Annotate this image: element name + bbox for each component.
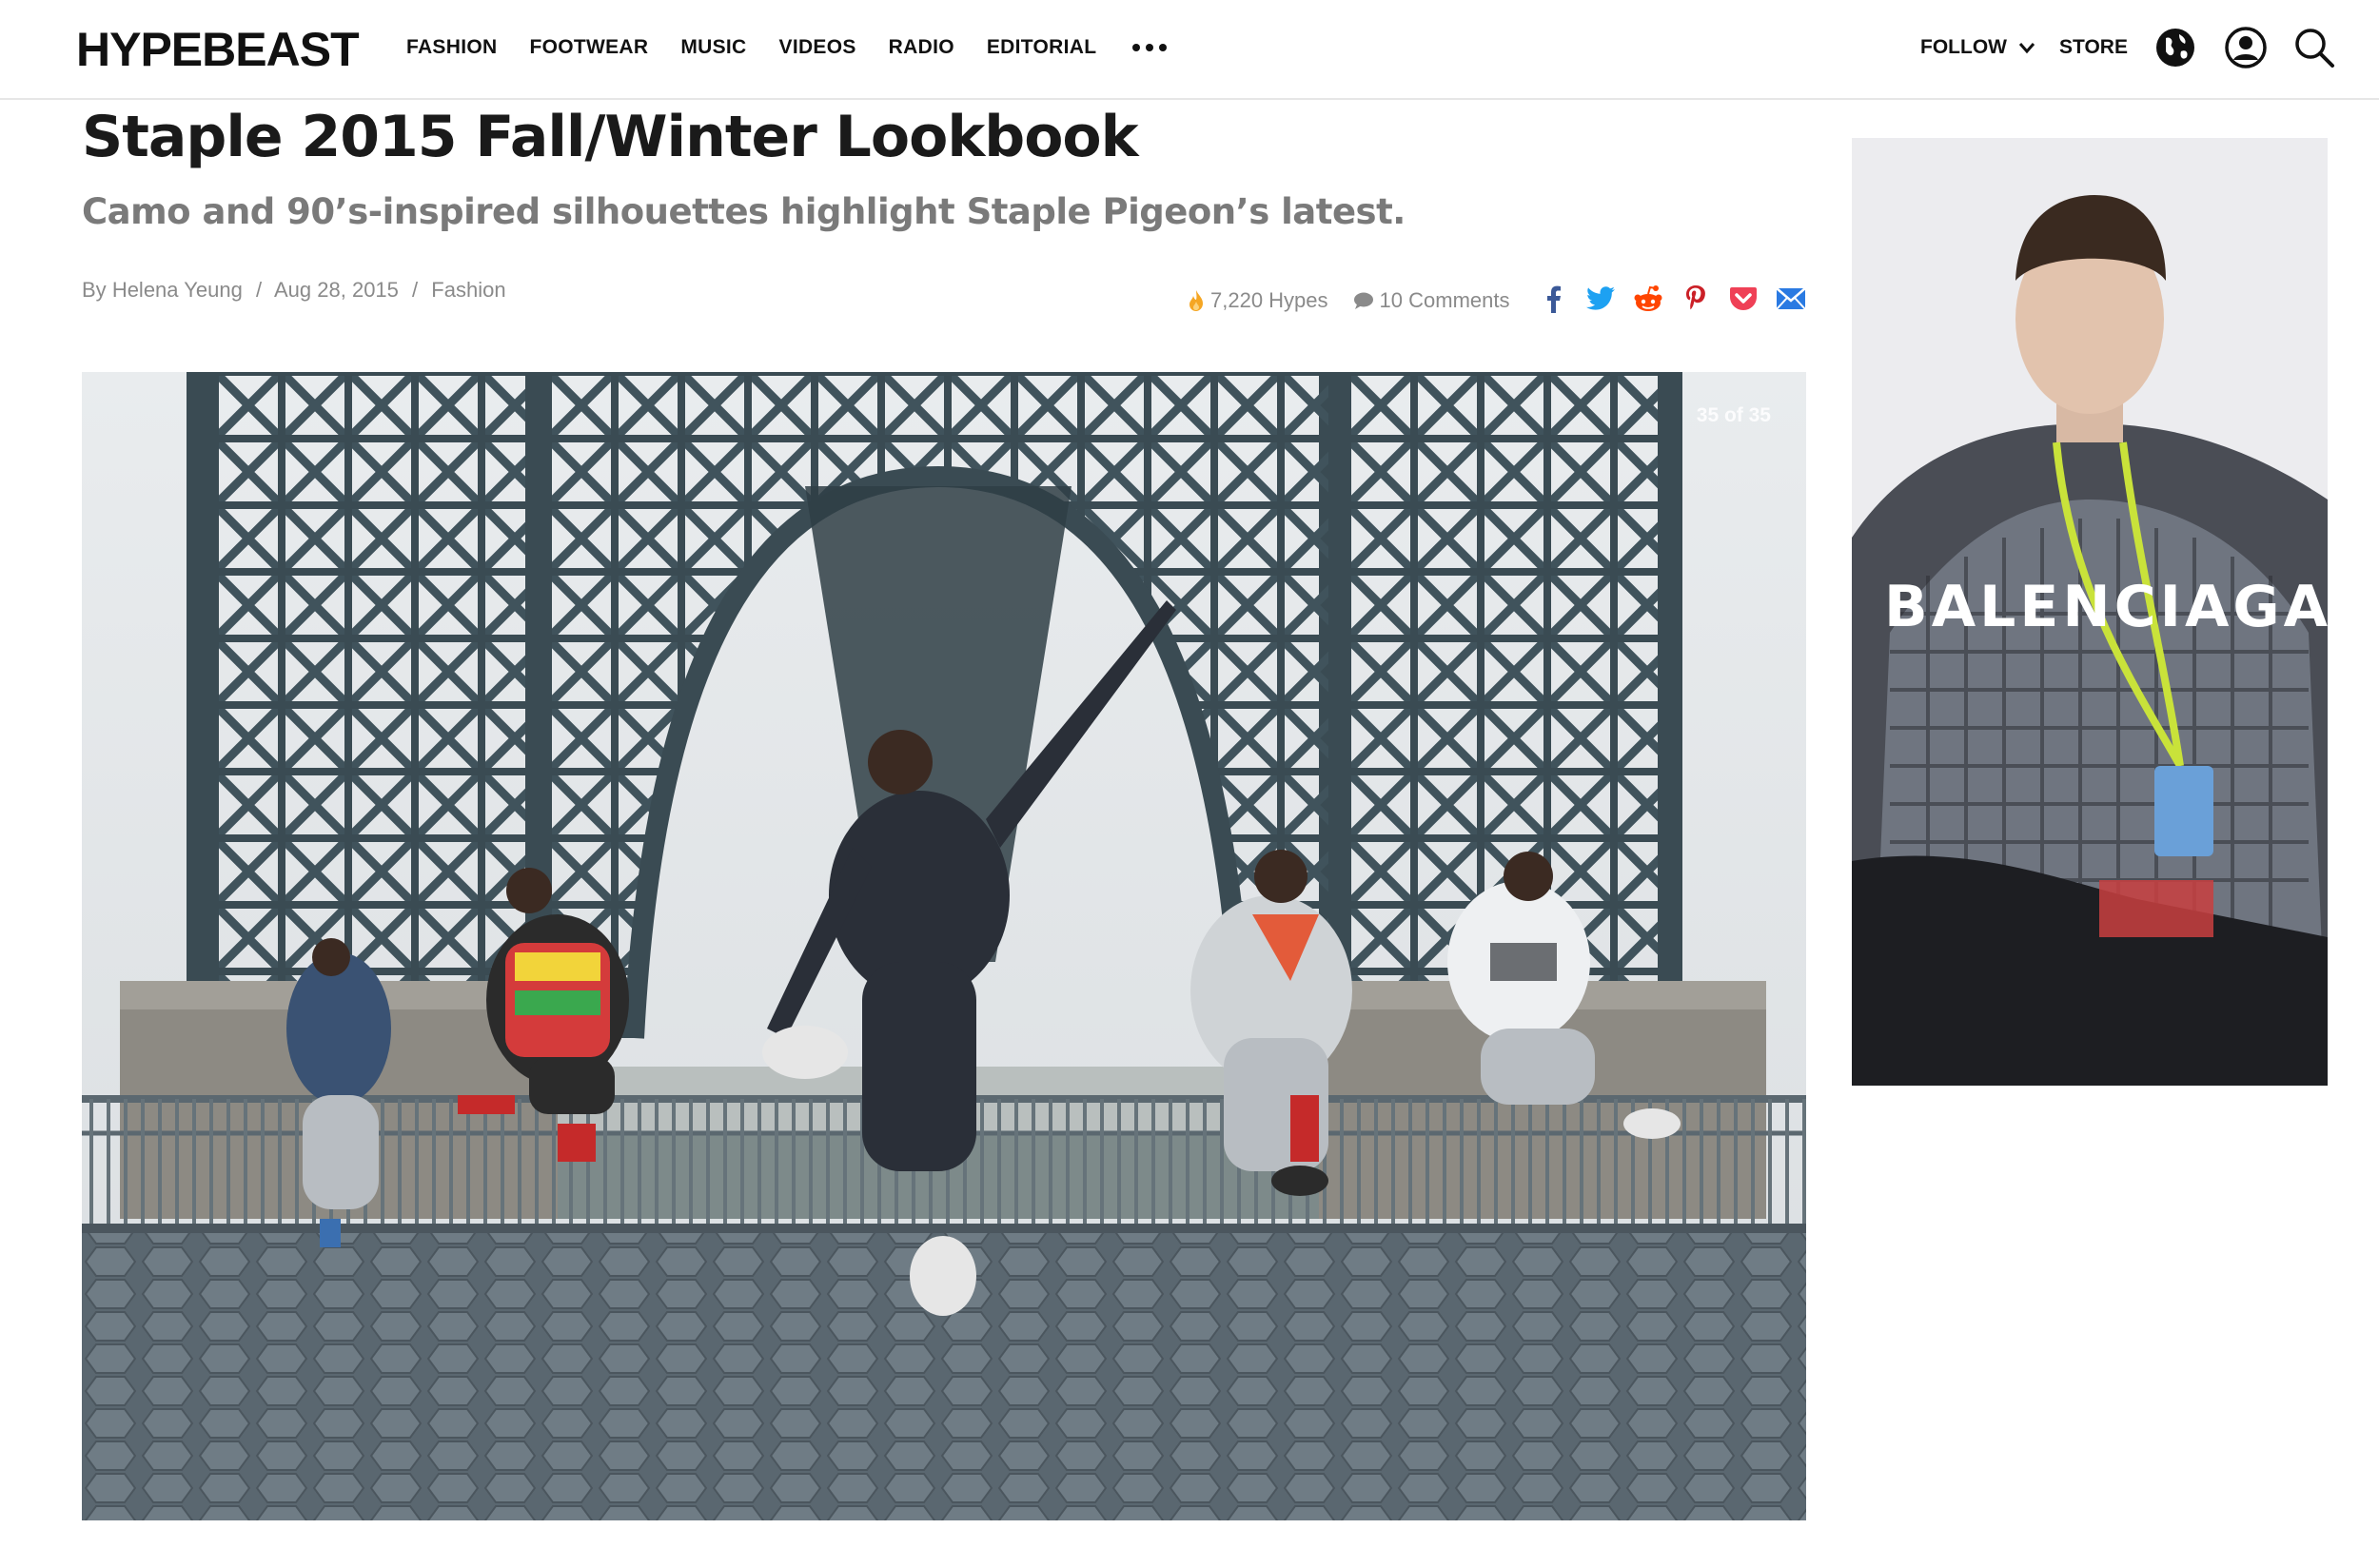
search-icon[interactable] xyxy=(2291,25,2337,70)
site-logo[interactable]: HYPEBEAST xyxy=(76,21,360,78)
globe-icon[interactable] xyxy=(2153,25,2198,70)
comment-count-label: 10 Comments xyxy=(1379,288,1510,312)
store-link[interactable]: STORE xyxy=(2059,34,2128,61)
nav-item-radio[interactable]: RADIO xyxy=(889,34,954,61)
flame-icon xyxy=(1190,290,1203,311)
email-icon[interactable] xyxy=(1776,284,1806,314)
user-icon[interactable] xyxy=(2223,25,2269,70)
pinterest-icon[interactable] xyxy=(1681,284,1711,314)
byline-separator: / xyxy=(412,278,419,302)
byline-prefix: By xyxy=(82,278,107,302)
site-header: HYPEBEAST FASHION FOOTWEAR MUSIC VIDEOS … xyxy=(0,0,2379,100)
article-subtitle: Camo and 90’s-inspired silhouettes highl… xyxy=(82,191,1406,232)
facebook-icon[interactable] xyxy=(1538,284,1568,314)
gallery-counter: 35 of 35 xyxy=(1696,404,1771,426)
comment-count[interactable]: 10 Comments xyxy=(1353,288,1510,313)
byline: By Helena Yeung / Aug 28, 2015 / Fashion xyxy=(82,276,506,304)
twitter-icon[interactable] xyxy=(1585,284,1616,314)
follow-label: FOLLOW xyxy=(1920,36,2007,58)
nav-item-footwear[interactable]: FOOTWEAR xyxy=(529,34,648,61)
share-bar xyxy=(1538,284,1806,314)
bridge-lookbook-photo xyxy=(82,372,1806,1520)
sidebar-advertisement[interactable]: BALENCIAGA xyxy=(1852,138,2328,1086)
nav-item-videos[interactable]: VIDEOS xyxy=(779,34,856,61)
pocket-icon[interactable] xyxy=(1728,284,1759,314)
reddit-icon[interactable] xyxy=(1633,284,1663,314)
gallery-hero-image[interactable]: 35 of 35 xyxy=(82,372,1806,1520)
hype-count-label: 7,220 Hypes xyxy=(1210,288,1328,312)
nav-item-music[interactable]: MUSIC xyxy=(680,34,746,61)
ellipsis-icon[interactable] xyxy=(1132,34,1168,61)
nav-item-fashion[interactable]: FASHION xyxy=(406,34,497,61)
category-link[interactable]: Fashion xyxy=(431,278,505,302)
chevron-down-icon xyxy=(2018,43,2035,54)
hype-count[interactable]: 7,220 Hypes xyxy=(1188,288,1328,313)
comment-icon xyxy=(1353,292,1373,309)
article-title: Staple 2015 Fall/Winter Lookbook xyxy=(82,104,1139,170)
article-stats: 7,220 Hypes 10 Comments xyxy=(1188,285,1534,316)
byline-separator: / xyxy=(255,278,263,302)
main-nav: FASHION FOOTWEAR MUSIC VIDEOS RADIO EDIT… xyxy=(406,34,1168,61)
follow-dropdown[interactable]: FOLLOW xyxy=(1920,34,2035,61)
author-link[interactable]: Helena Yeung xyxy=(112,278,243,302)
ad-brand-name: BALENCIAGA xyxy=(1884,574,2328,640)
nav-item-editorial[interactable]: EDITORIAL xyxy=(987,34,1096,61)
publish-date: Aug 28, 2015 xyxy=(274,278,399,302)
